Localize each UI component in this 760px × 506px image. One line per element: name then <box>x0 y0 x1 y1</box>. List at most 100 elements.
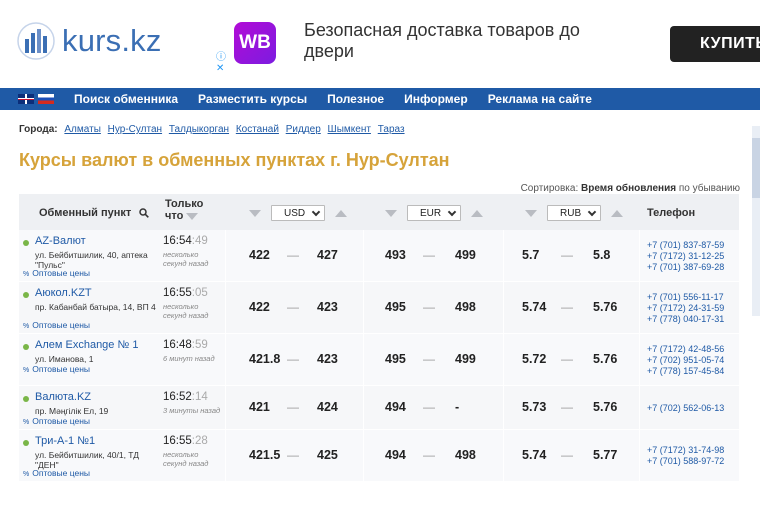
update-time: 16:54:49 <box>163 235 208 247</box>
exchange-name-link[interactable]: AZ-Валют <box>35 235 86 247</box>
rub-buy-value: 5.74 <box>522 448 547 462</box>
rate-separator: — <box>287 400 299 414</box>
ad-banner[interactable]: WB Безопасная доставка товаров до двери … <box>214 6 760 78</box>
column-divider <box>363 430 364 481</box>
column-divider <box>363 230 364 281</box>
phone-list: +7 (701) 837-87-59 +7 (7172) 31-12-25 +7 (… <box>647 240 724 273</box>
column-divider <box>503 282 504 333</box>
header-phone: Телефон <box>647 207 696 219</box>
nav-advertising[interactable]: Реклама на сайте <box>488 92 592 106</box>
usd-sort-up-icon[interactable] <box>335 209 347 217</box>
header-time-sort[interactable]: Только что <box>165 198 203 222</box>
chart-logo-icon <box>17 22 55 60</box>
phone-link[interactable]: +7 (778) 157-45-84 <box>647 366 724 377</box>
phone-link[interactable]: +7 (7172) 24-31-59 <box>647 303 724 314</box>
eur-sell-value: 498 <box>455 300 476 314</box>
nav-post-rates[interactable]: Разместить курсы <box>198 92 307 106</box>
wholesale-prices-link[interactable]: % Оптовые цены <box>23 416 90 426</box>
cities-label: Города: <box>19 124 58 135</box>
usd-buy-value: 421.5 <box>249 448 281 462</box>
exchange-address: ул. Бейбитшилик, 40, аптека "Пульс" <box>35 250 148 270</box>
eur-sort-down-icon[interactable] <box>385 209 397 217</box>
exchange-name-link[interactable]: Алем Exchange № 1 <box>35 339 138 351</box>
header-exchange-point[interactable]: Обменный пункт <box>39 207 150 219</box>
update-ago: 3 минуты назад <box>163 406 221 415</box>
phone-link[interactable]: +7 (702) 951-05-74 <box>647 355 724 366</box>
ad-close-icon[interactable]: ✕ <box>216 63 226 74</box>
city-list: Города: Алматы Нур-Султан Талдыкорган Ко… <box>19 124 405 135</box>
rub-select[interactable]: RUB <box>547 205 601 221</box>
city-almaty[interactable]: Алматы <box>64 124 101 135</box>
usd-buy-value: 422 <box>249 248 270 262</box>
city-taldykorgan[interactable]: Талдыкорган <box>169 124 229 135</box>
table-header: Обменный пункт Только что USD EUR RUB Те… <box>19 194 739 230</box>
usd-sell-value: 425 <box>317 448 338 462</box>
status-dot <box>23 292 29 298</box>
nav-useful[interactable]: Полезное <box>327 92 384 106</box>
site-logo[interactable]: kurs.kz <box>16 22 162 60</box>
city-nur-sultan[interactable]: Нур-Султан <box>108 124 162 135</box>
rate-separator: — <box>287 352 299 366</box>
column-divider <box>639 386 640 429</box>
phone-link[interactable]: +7 (7172) 31-12-25 <box>647 251 724 262</box>
phone-link[interactable]: +7 (701) 588-97-72 <box>647 456 724 467</box>
update-time: 16:55:05 <box>163 287 208 299</box>
wholesale-prices-link[interactable]: % Оптовые цены <box>23 468 90 478</box>
table-row: Валюта.KZ пр. Мәңгілік Ел, 19% Оптовые цен… <box>19 386 739 430</box>
column-divider <box>639 230 640 281</box>
percent-icon: % <box>23 323 30 330</box>
wholesale-prices-link[interactable]: % Оптовые цены <box>23 320 90 330</box>
rub-sort-up-icon[interactable] <box>611 209 623 217</box>
phone-link[interactable]: +7 (702) 562-06-13 <box>647 403 724 414</box>
city-taraz[interactable]: Тараз <box>378 124 405 135</box>
rate-separator: — <box>423 300 435 314</box>
logo-text: kurs.kz <box>62 23 162 58</box>
ad-info-icon[interactable]: ⓘ <box>216 52 226 63</box>
rate-separator: — <box>287 448 299 462</box>
nav-find-exchange[interactable]: Поиск обменника <box>74 92 178 106</box>
usd-select[interactable]: USD <box>271 205 325 221</box>
chevron-down-icon <box>447 207 457 216</box>
city-shymkent[interactable]: Шымкент <box>328 124 371 135</box>
exchange-name-link[interactable]: Аюкол.KZT <box>35 287 92 299</box>
ad-buy-button[interactable]: КУПИТЬ <box>670 26 760 62</box>
update-ago: 6 минут назад <box>163 354 215 363</box>
city-ridder[interactable]: Риддер <box>286 124 321 135</box>
russian-flag-icon[interactable] <box>38 94 54 104</box>
column-divider <box>225 386 226 429</box>
column-divider <box>363 386 364 429</box>
city-kostanay[interactable]: Костанай <box>236 124 279 135</box>
phone-link[interactable]: +7 (778) 040-17-31 <box>647 314 724 325</box>
phone-link[interactable]: +7 (701) 387-69-28 <box>647 262 724 273</box>
english-flag-icon[interactable] <box>18 94 34 104</box>
wholesale-prices-link[interactable]: % Оптовые цены <box>23 364 90 374</box>
sort-value[interactable]: Время обновления <box>581 183 676 194</box>
ad-info-block[interactable]: ⓘ ✕ <box>216 52 226 74</box>
phone-link[interactable]: +7 (7172) 31-74-98 <box>647 445 724 456</box>
eur-header: EUR <box>385 205 483 221</box>
rate-separator: — <box>561 448 573 462</box>
status-dot <box>23 396 29 402</box>
phone-link[interactable]: +7 (701) 837-87-59 <box>647 240 724 251</box>
phone-link[interactable]: +7 (701) 556-11-17 <box>647 292 724 303</box>
page-title: Курсы валют в обменных пунктах г. Нур-Су… <box>19 150 450 170</box>
rub-sell-value: 5.77 <box>593 448 618 462</box>
usd-sort-down-icon[interactable] <box>249 209 261 217</box>
sort-desc-icon[interactable] <box>186 212 199 220</box>
exchange-name-link[interactable]: Валюта.KZ <box>35 391 91 403</box>
eur-sort-up-icon[interactable] <box>471 209 483 217</box>
rate-separator: — <box>561 248 573 262</box>
sort-suffix: по убыванию <box>678 183 740 194</box>
phone-link[interactable]: +7 (7172) 42-48-56 <box>647 344 724 355</box>
eur-select[interactable]: EUR <box>407 205 461 221</box>
chevron-down-icon <box>587 207 597 216</box>
rate-separator: — <box>561 400 573 414</box>
usd-header: USD <box>249 205 347 221</box>
eur-sell-value: - <box>455 400 460 414</box>
search-icon[interactable] <box>139 208 150 218</box>
column-divider <box>639 334 640 385</box>
nav-informer[interactable]: Информер <box>404 92 468 106</box>
exchange-name-link[interactable]: Три-А-1 №1 <box>35 435 95 447</box>
rub-sort-down-icon[interactable] <box>525 209 537 217</box>
wholesale-prices-link[interactable]: % Оптовые цены <box>23 268 90 278</box>
